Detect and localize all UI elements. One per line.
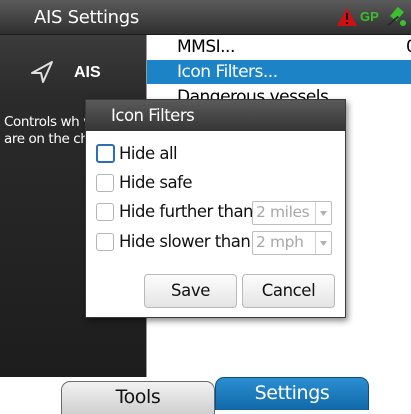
- menu-item-icon-filters[interactable]: Icon Filters...: [147, 60, 411, 84]
- menu-item-mmsi[interactable]: MMSI... 0: [147, 35, 411, 59]
- panel-heading: AIS: [74, 64, 101, 81]
- tab-settings[interactable]: Settings: [215, 377, 369, 410]
- speed-select-value: 2 mph: [256, 233, 304, 251]
- window-title: AIS Settings: [34, 7, 139, 28]
- menu-item-label: Icon Filters...: [177, 62, 278, 82]
- hide-safe-checkbox[interactable]: [96, 174, 114, 192]
- satellite-icon: [386, 6, 411, 35]
- hide-all-checkbox[interactable]: [96, 144, 115, 163]
- speed-select[interactable]: 2 mph: [252, 231, 332, 255]
- warning-triangle-icon[interactable]: [336, 7, 358, 32]
- save-button[interactable]: Save: [144, 274, 237, 308]
- gps-status-label: GP: [360, 9, 379, 24]
- icon-filters-dialog: Icon Filters Hide all Hide safe Hide fur…: [85, 99, 346, 318]
- bottom-tab-bar: Tools Settings: [0, 377, 411, 414]
- menu-item-label: MMSI...: [177, 37, 235, 57]
- dialog-title: Icon Filters: [111, 106, 195, 125]
- tab-tools[interactable]: Tools: [61, 381, 215, 414]
- title-bar: AIS Settings GP: [0, 0, 411, 35]
- dialog-title-bar: Icon Filters: [86, 100, 345, 131]
- hide-all-label: Hide all: [119, 144, 178, 163]
- hide-slower-checkbox[interactable]: [96, 233, 114, 251]
- status-area[interactable]: GP: [330, 6, 411, 30]
- hide-further-label: Hide further than: [119, 202, 254, 221]
- distance-select-value: 2 miles: [256, 203, 310, 221]
- navigation-arrow-icon: [30, 60, 54, 89]
- chevron-down-icon[interactable]: [315, 202, 331, 224]
- distance-select[interactable]: 2 miles: [252, 201, 332, 225]
- chevron-down-icon[interactable]: [315, 232, 331, 254]
- cancel-button[interactable]: Cancel: [242, 274, 335, 308]
- hide-further-checkbox[interactable]: [96, 203, 114, 221]
- hide-slower-label: Hide slower than: [119, 232, 251, 251]
- menu-item-value: 0: [406, 37, 411, 57]
- hide-safe-label: Hide safe: [119, 173, 193, 192]
